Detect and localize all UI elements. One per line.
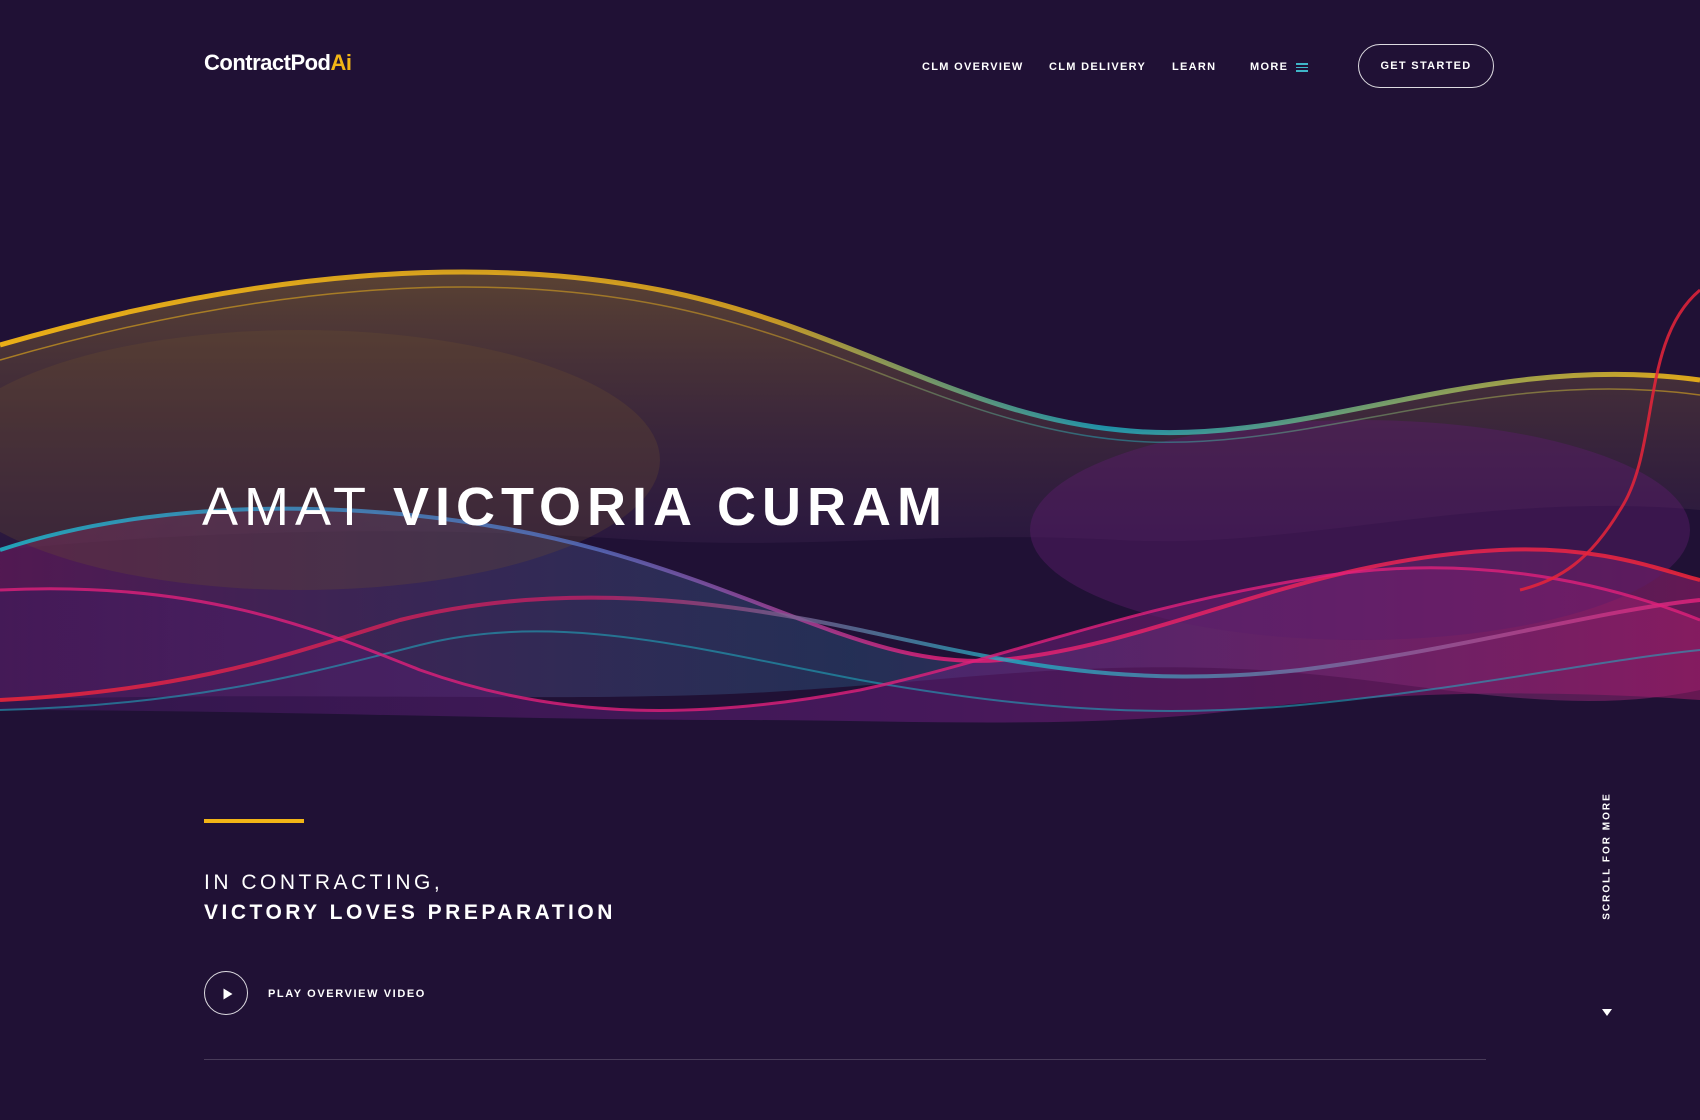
nav-item-more[interactable]: MORE bbox=[1250, 61, 1288, 73]
nav-item-learn[interactable]: LEARN bbox=[1172, 61, 1216, 73]
nav-item-clm-delivery[interactable]: CLM DELIVERY bbox=[1049, 61, 1146, 73]
hero-subtitle: IN CONTRACTING, VICTORY LOVES PREPARATIO… bbox=[204, 868, 616, 928]
divider bbox=[204, 1059, 1486, 1060]
play-video-button[interactable] bbox=[204, 971, 248, 1015]
hero-title-light: AMAT bbox=[202, 477, 372, 537]
play-video-label[interactable]: PLAY OVERVIEW VIDEO bbox=[268, 988, 426, 1000]
play-icon bbox=[223, 988, 233, 1000]
page: ContractPodAi CLM OVERVIEW CLM DELIVERY … bbox=[0, 0, 1700, 1120]
hamburger-menu-icon[interactable] bbox=[1296, 63, 1308, 72]
get-started-button[interactable]: GET STARTED bbox=[1358, 44, 1494, 88]
scroll-for-more-label[interactable]: SCROLL FOR MORE bbox=[1602, 792, 1613, 920]
subtitle-line-2: VICTORY LOVES PREPARATION bbox=[204, 901, 616, 924]
hero-title-bold: VICTORIA CURAM bbox=[393, 477, 949, 537]
hero-title: AMAT VICTORIA CURAM bbox=[202, 474, 948, 540]
caret-down-icon[interactable] bbox=[1601, 1008, 1613, 1017]
accent-bar bbox=[204, 819, 304, 823]
nav-item-clm-overview[interactable]: CLM OVERVIEW bbox=[922, 61, 1024, 73]
subtitle-line-1: IN CONTRACTING, bbox=[204, 871, 444, 894]
